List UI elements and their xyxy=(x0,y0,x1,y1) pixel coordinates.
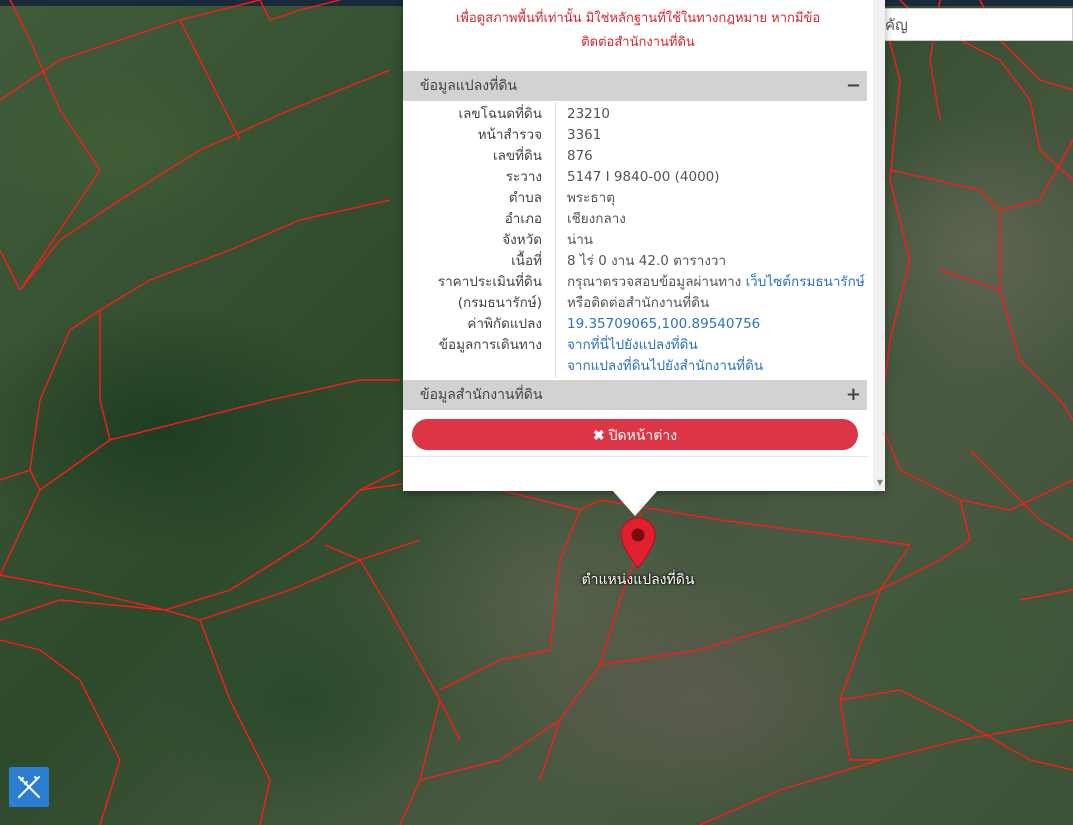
info-row: เลขที่ดิน 876 xyxy=(403,146,867,167)
row-value: 23210 xyxy=(567,106,610,122)
scroll-down-arrow-icon[interactable]: ▼ xyxy=(877,478,883,487)
info-row: เนื้อที่ 8 ไร่ 0 งาน 42.0 ตารางวา xyxy=(403,251,867,272)
row-label: หน้าสำรวจ xyxy=(477,127,542,143)
satellite-map[interactable]: เพื่อดูสภาพพื้นที่เท่านั้น มิใช่หลักฐานท… xyxy=(0,0,1073,825)
marker-label: ตำแหน่งแปลงที่ดิน xyxy=(581,572,695,588)
land-info-table: เลขโฉนดที่ดิน 23210 หน้าสำรวจ 3361 เลขที… xyxy=(403,102,867,378)
appraisal-label-2: (กรมธนารักษ์) xyxy=(457,295,542,311)
row-label: เนื้อที่ xyxy=(511,253,542,269)
row-value: น่าน xyxy=(567,232,594,248)
appraisal-value-2: หรือติดต่อสำนักงานที่ดิน xyxy=(567,295,710,311)
directions-label: ข้อมูลการเดินทาง xyxy=(438,337,542,353)
info-row: อำเภอ เชียงกลาง xyxy=(403,209,867,230)
treasury-website-link[interactable]: เว็บไซต์กรมธนารักษ์ xyxy=(746,274,865,290)
directions-to-parcel-link[interactable]: จากที่นี่ไปยังแปลงที่ดิน xyxy=(567,337,698,353)
disclaimer-line-2: ติดต่อสำนักงานที่ดิน xyxy=(581,35,695,50)
row-label: ระวาง xyxy=(505,169,542,185)
info-row: เลขโฉนดที่ดิน 23210 xyxy=(403,104,867,125)
close-button-label: ปิดหน้าต่าง xyxy=(608,427,678,443)
map-marker-icon[interactable] xyxy=(620,517,656,569)
info-row: หน้าสำรวจ 3361 xyxy=(403,125,867,146)
popup-pointer xyxy=(612,490,658,516)
info-row: ตำบล พระธาตุ xyxy=(403,188,867,209)
expand-icon[interactable]: + xyxy=(846,380,861,410)
appraisal-value: กรุณาตรวจสอบข้อมูลผ่านทาง เว็บไซต์กรมธนา… xyxy=(567,272,865,293)
appraisal-label: ราคาประเมินที่ดิน xyxy=(437,274,542,290)
row-value: 3361 xyxy=(567,127,602,143)
close-window-button[interactable]: ✖ ปิดหน้าต่าง xyxy=(412,419,858,450)
row-label: จังหวัด xyxy=(502,232,542,248)
popup-content[interactable]: เพื่อดูสภาพพื้นที่เท่านั้น มิใช่หลักฐานท… xyxy=(403,0,873,491)
appraisal-row: ราคาประเมินที่ดิน กรุณาตรวจสอบข้อมูลผ่าน… xyxy=(403,272,867,293)
collapse-icon[interactable]: − xyxy=(846,71,861,101)
popup-scrollbar[interactable]: ▼ xyxy=(873,0,885,491)
close-icon: ✖ xyxy=(592,427,605,443)
directions-to-office-link[interactable]: จากแปลงที่ดินไปยังสำนักงานที่ดิน xyxy=(567,358,763,374)
info-row: ระวาง 5147 I 9840-00 (4000) xyxy=(403,167,867,188)
row-label: ตำบล xyxy=(508,190,542,206)
land-panel-title: ข้อมูลแปลงที่ดิน xyxy=(420,78,518,94)
row-value: พระธาตุ xyxy=(567,190,615,206)
appraisal-text: กรุณาตรวจสอบข้อมูลผ่านทาง xyxy=(567,274,742,290)
directions-row: ข้อมูลการเดินทาง จากที่นี่ไปยังแปลงที่ดิ… xyxy=(403,335,867,356)
land-panel-header[interactable]: ข้อมูลแปลงที่ดิน − xyxy=(403,71,867,101)
row-label: เลขโฉนดที่ดิน xyxy=(458,106,542,122)
row-label: อำเภอ xyxy=(504,211,542,227)
coordinates-link[interactable]: 19.35709065,100.89540756 xyxy=(567,316,760,332)
info-row: จังหวัด น่าน xyxy=(403,230,867,251)
row-value: 5147 I 9840-00 (4000) xyxy=(567,169,720,185)
ruler-pencil-icon xyxy=(18,776,40,798)
row-value: เชียงกลาง xyxy=(567,211,626,227)
measure-tool-button[interactable] xyxy=(9,767,49,807)
row-value: 8 ไร่ 0 งาน 42.0 ตารางวา xyxy=(567,253,727,269)
office-panel-title: ข้อมูลสำนักงานที่ดิน xyxy=(420,387,543,403)
disclaimer-line-1: เพื่อดูสภาพพื้นที่เท่านั้น มิใช่หลักฐานท… xyxy=(455,11,821,26)
land-info-popup: เพื่อดูสภาพพื้นที่เท่านั้น มิใช่หลักฐานท… xyxy=(403,0,885,491)
coordinates-label: ค่าพิกัดแปลง xyxy=(467,316,542,332)
panel-bottom-border xyxy=(403,456,867,457)
office-panel-header[interactable]: ข้อมูลสำนักงานที่ดิน + xyxy=(403,380,867,410)
row-value: 876 xyxy=(567,148,593,164)
directions-row-2: จากแปลงที่ดินไปยังสำนักงานที่ดิน xyxy=(403,356,867,377)
coordinates-row: ค่าพิกัดแปลง 19.35709065,100.89540756 xyxy=(403,314,867,335)
row-label: เลขที่ดิน xyxy=(492,148,542,164)
appraisal-row-2: (กรมธนารักษ์) หรือติดต่อสำนักงานที่ดิน xyxy=(403,293,867,314)
